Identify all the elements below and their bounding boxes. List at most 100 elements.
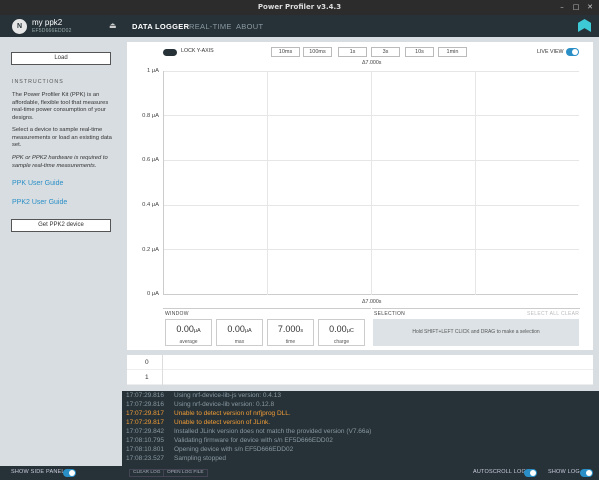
y-tick-label: 0.4 μA [142,202,159,208]
get-device-button[interactable]: Get PPK2 device [11,219,111,232]
tab-data-logger[interactable]: DATA LOGGER [132,22,189,31]
tab-about[interactable]: ABOUT [236,22,263,31]
selection-heading: SELECTION [374,311,406,317]
stat-time: 7.000s time [267,319,314,346]
stat-value: 0.00 [329,324,347,334]
stat-label: max [234,339,245,345]
select-all-button[interactable]: SELECT ALL [527,311,559,317]
stat-unit: s [300,328,304,334]
window-stats-heading: WINDOW [165,311,189,317]
eject-icon[interactable]: ⏏ [109,21,117,30]
window-titlebar: Power Profiler v3.4.3 – □ ✕ [0,0,599,15]
log-timestamp: 17:08:23.527 [126,455,164,462]
show-side-panel-label: SHOW SIDE PANEL [11,469,65,475]
window-title: Power Profiler v3.4.3 [257,3,342,11]
y-tick-label: 0.2 μA [142,247,159,253]
show-side-panel-toggle[interactable] [63,469,76,477]
window-10s-button[interactable]: 10s [405,47,434,57]
device-icon: N [12,19,27,34]
live-view-label: LIVE VIEW [537,49,564,55]
divider [372,308,580,309]
window-1min-button[interactable]: 1min [438,47,467,57]
live-view-toggle[interactable] [566,48,579,56]
chart-panel: LOCK Y-AXIS 10ms 100ms 1s 3s 10s 1min LI… [127,42,593,350]
log-timestamp: 17:08:10.795 [126,437,164,444]
y-tick-label: 1 μA [146,68,159,74]
divider [162,355,163,370]
footer-bar: SHOW SIDE PANEL CLEAR LOG OPEN LOG FILE … [0,466,599,480]
log-timestamp: 17:07:29.816 [126,392,164,399]
stat-value: 7.000 [277,324,301,334]
window-100ms-button[interactable]: 100ms [303,47,332,57]
digital-channels-panel: 0 1 [127,355,593,385]
autoscroll-log-label: AUTOSCROLL LOG [473,469,526,475]
log-message: Validating firmware for device with s/n … [174,437,333,444]
stat-label: time [285,339,296,345]
log-timestamp: 17:08:10.801 [126,446,164,453]
minimize-icon[interactable]: – [555,0,569,15]
nordic-logo-icon [578,19,591,32]
log-message: Using nrf-device-lib-js version: 0.4.13 [174,392,281,399]
app-header: N my ppk2 EF5D666EDD02 ⏏ DATA LOGGER REA… [0,15,599,37]
log-timestamp: 17:07:29.816 [126,401,164,408]
stat-charge: 0.00μC charge [318,319,365,346]
window-10ms-button[interactable]: 10ms [271,47,300,57]
y-tick-label: 0.8 μA [142,113,159,119]
ppk-user-guide-link[interactable]: PPK User Guide [12,180,63,187]
delta-time-top: Δ7.000s [360,60,384,66]
log-message: Opening device with s/n EF5D666EDD02 [174,446,294,453]
log-message: Sampling stopped [174,455,227,462]
close-icon[interactable]: ✕ [583,0,597,15]
channel-label: 0 [145,359,149,366]
stat-unit: μC [346,328,354,334]
stat-max: 0.00μA max [216,319,263,346]
show-log-label: SHOW LOG [548,469,580,475]
grid-line [475,71,476,295]
grid-line [267,71,268,295]
delta-time-bottom: Δ7.000s [360,299,384,305]
stat-average: 0.00μA average [165,319,212,346]
chart-plot-area[interactable] [163,71,579,295]
digital-channel-row: 1 [127,370,593,385]
channel-label: 1 [145,374,149,381]
log-panel[interactable]: 17:07:29.816 Using nrf-device-lib-js vers… [122,391,599,466]
log-message: Using nrf-device-lib version: 0.12.8 [174,401,275,408]
stat-unit: μA [193,328,201,334]
selection-hint-box: Hold SHIFT+LEFT CLICK and DRAG to make a… [373,319,579,346]
maximize-icon[interactable]: □ [569,0,583,15]
log-timestamp: 17:07:29.842 [126,428,164,435]
stat-label: charge [333,339,350,345]
divider [162,370,163,385]
window-3s-button[interactable]: 3s [371,47,400,57]
autoscroll-log-toggle[interactable] [524,469,537,477]
load-button[interactable]: Load [11,52,111,65]
log-message: Unable to detect version of nrfjprog DLL… [174,410,291,417]
window-1s-button[interactable]: 1s [338,47,367,57]
grid-line [371,71,372,295]
clear-log-button[interactable]: CLEAR LOG [129,469,165,477]
instructions-heading: INSTRUCTIONS [12,79,64,85]
y-tick-label: 0 μA [146,291,159,297]
instructions-para-2: Select a device to sample real-time meas… [12,127,112,149]
ppk2-user-guide-link[interactable]: PPK2 User Guide [12,199,67,206]
log-timestamp: 17:07:29.817 [126,410,164,417]
stat-value: 0.00 [227,324,245,334]
side-panel: Load INSTRUCTIONS The Power Profiler Kit… [0,37,122,465]
tab-real-time[interactable]: REAL-TIME [189,22,232,31]
y-tick-label: 0.6 μA [142,157,159,163]
open-log-file-button[interactable]: OPEN LOG FILE [163,469,208,477]
lock-y-axis-toggle[interactable] [163,49,177,56]
log-message: Installed JLink version does not match t… [174,428,372,435]
stat-unit: μA [244,328,252,334]
device-name[interactable]: my ppk2 [32,18,62,27]
instructions-para-1: The Power Profiler Kit (PPK) is an affor… [12,92,109,122]
instructions-para-3: PPK or PPK2 hardware is required to samp… [12,155,108,169]
log-timestamp: 17:07:29.817 [126,419,164,426]
device-serial: EF5D666EDD02 [32,28,72,34]
digital-channel-row: 0 [127,355,593,370]
stat-value: 0.00 [176,324,194,334]
show-log-toggle[interactable] [580,469,593,477]
log-message: Unable to detect version of JLink. [174,419,271,426]
lock-y-axis-label: LOCK Y-AXIS [181,48,214,54]
clear-selection-button[interactable]: CLEAR [561,311,579,317]
